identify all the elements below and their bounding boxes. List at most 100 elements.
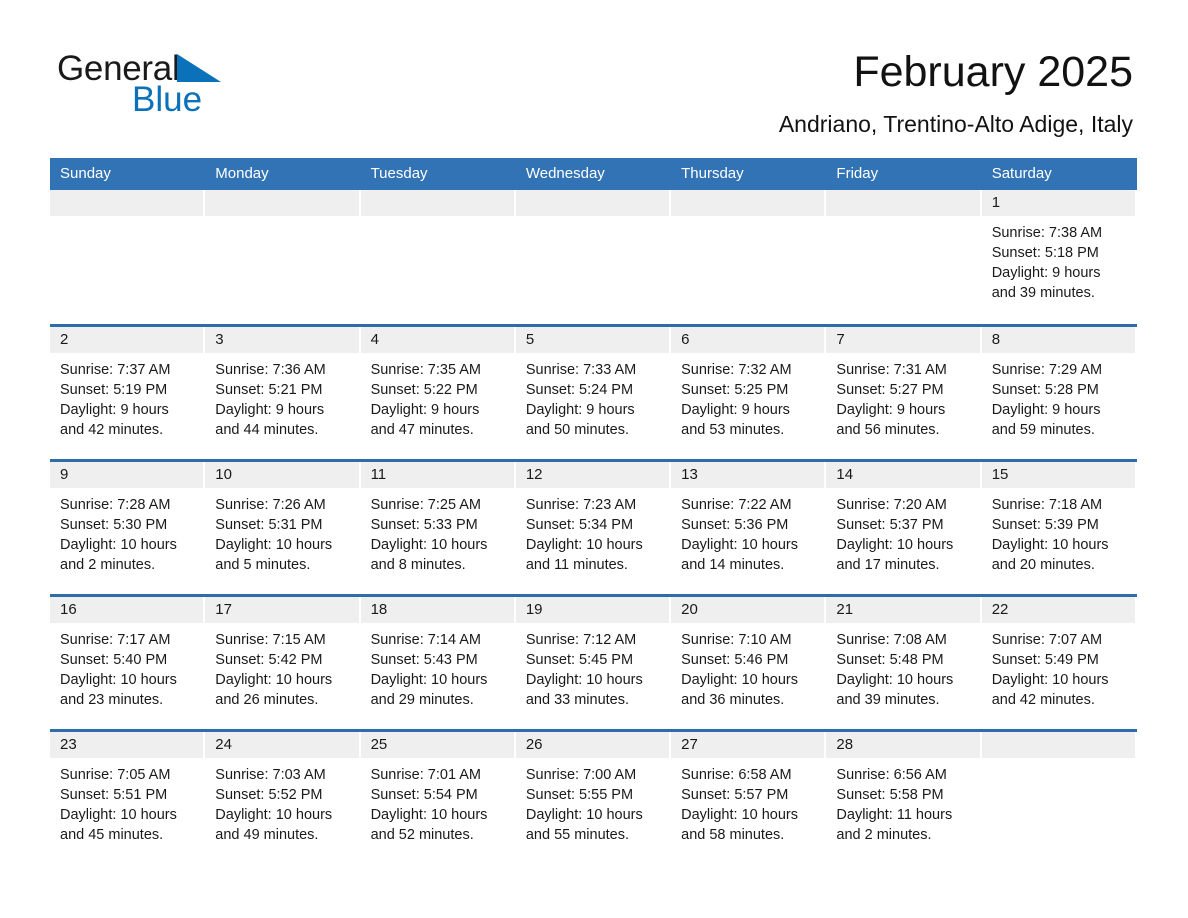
sunrise-text: Sunrise: 7:01 AM — [370, 766, 481, 783]
calendar-day-cell[interactable]: 19 Sunrise: 7:12 AM Sunset: 5:45 PM Dayligh… — [515, 593, 672, 730]
day-number: 14 — [826, 461, 980, 488]
daylight-text-line2: and 5 minutes. — [215, 556, 311, 573]
calendar-week-row: 1 Sunrise: 7:38 AM Sunset: 5:18 PM Daylight… — [50, 190, 1137, 325]
calendar-day-cell[interactable]: 1 Sunrise: 7:38 AM Sunset: 5:18 PM Daylight… — [981, 190, 1137, 325]
calendar-day-cell[interactable]: 21 Sunrise: 7:08 AM Sunset: 5:48 PM Dayligh… — [826, 593, 982, 730]
sunset-text: Sunset: 5:49 PM — [991, 651, 1099, 668]
calendar-day-cell[interactable]: 6 Sunrise: 7:32 AM Sunset: 5:25 PM Daylight… — [671, 323, 827, 460]
day-details: Sunrise: 7:28 AM Sunset: 5:30 PM Daylight:… — [50, 488, 205, 575]
daylight-text-line2: and 42 minutes. — [60, 421, 164, 438]
calendar-day-cell[interactable]: 3 Sunrise: 7:36 AM Sunset: 5:21 PM Daylight… — [205, 323, 361, 460]
calendar-day-cell[interactable]: 20 Sunrise: 7:10 AM Sunset: 5:46 PM Dayligh… — [671, 593, 827, 730]
day-number: 21 — [826, 596, 980, 623]
sunrise-text: Sunrise: 7:23 AM — [525, 496, 637, 513]
calendar-day-cell[interactable]: 12 Sunrise: 7:23 AM Sunset: 5:34 PM Dayligh… — [515, 458, 672, 595]
day-details: Sunrise: 7:07 AM Sunset: 5:49 PM Daylight:… — [982, 623, 1137, 710]
daylight-text-line1: Daylight: 10 hours — [215, 806, 333, 823]
weekday-header-thursday: Thursday — [671, 158, 827, 190]
sunset-text: Sunset: 5:22 PM — [370, 381, 478, 398]
day-details: Sunrise: 7:15 AM Sunset: 5:42 PM Daylight:… — [205, 623, 360, 710]
day-number: 24 — [205, 731, 359, 758]
daylight-text-line1: Daylight: 10 hours — [370, 671, 488, 688]
sunset-text: Sunset: 5:27 PM — [836, 381, 944, 398]
daylight-text-line1: Daylight: 10 hours — [991, 536, 1109, 553]
calendar-day-cell[interactable]: 14 Sunrise: 7:20 AM Sunset: 5:37 PM Dayligh… — [826, 458, 982, 595]
calendar-day-cell[interactable]: 28 Sunrise: 6:56 AM Sunset: 5:58 PM Dayligh… — [826, 728, 982, 865]
day-details: Sunrise: 7:08 AM Sunset: 5:48 PM Daylight:… — [826, 623, 981, 710]
daylight-text-line1: Daylight: 10 hours — [681, 536, 798, 553]
day-number: 18 — [360, 596, 514, 623]
calendar-day-cell[interactable]: 15 Sunrise: 7:18 AM Sunset: 5:39 PM Dayligh… — [981, 458, 1137, 595]
calendar-day-cell[interactable]: 13 Sunrise: 7:22 AM Sunset: 5:36 PM Dayligh… — [671, 458, 827, 595]
day-details: Sunrise: 7:22 AM Sunset: 5:36 PM Daylight:… — [671, 488, 826, 575]
calendar-day-cell[interactable]: 26 Sunrise: 7:00 AM Sunset: 5:55 PM Dayligh… — [515, 728, 672, 865]
calendar-week-row: 9 Sunrise: 7:28 AM Sunset: 5:30 PM Daylight… — [50, 458, 1137, 595]
calendar-day-cell[interactable]: 23 Sunrise: 7:05 AM Sunset: 5:51 PM Dayligh… — [50, 728, 206, 865]
daylight-text-line1: Daylight: 10 hours — [525, 671, 643, 688]
calendar-day-cell[interactable]: 24 Sunrise: 7:03 AM Sunset: 5:52 PM Dayligh… — [205, 728, 361, 865]
calendar-day-cell[interactable]: 2 Sunrise: 7:37 AM Sunset: 5:19 PM Daylight… — [50, 323, 206, 460]
sunset-text: Sunset: 5:28 PM — [991, 381, 1099, 398]
daylight-text-line1: Daylight: 10 hours — [991, 671, 1109, 688]
sunset-text: Sunset: 5:54 PM — [370, 786, 478, 803]
day-details: Sunrise: 7:12 AM Sunset: 5:45 PM Daylight:… — [516, 623, 671, 710]
calendar-cell-empty — [205, 190, 361, 325]
calendar-cell-empty — [826, 190, 982, 325]
day-number: 17 — [205, 596, 359, 623]
day-number: 15 — [981, 461, 1135, 488]
calendar-day-cell[interactable]: 22 Sunrise: 7:07 AM Sunset: 5:49 PM Dayligh… — [981, 593, 1137, 730]
sunrise-text: Sunrise: 7:32 AM — [681, 361, 792, 378]
calendar-day-cell[interactable]: 8 Sunrise: 7:29 AM Sunset: 5:28 PM Daylight… — [981, 323, 1137, 460]
sunset-text: Sunset: 5:34 PM — [525, 516, 634, 533]
day-details: Sunrise: 7:26 AM Sunset: 5:31 PM Daylight:… — [205, 488, 360, 575]
daylight-text-line2: and 8 minutes. — [370, 556, 466, 573]
calendar-day-cell[interactable]: 7 Sunrise: 7:31 AM Sunset: 5:27 PM Daylight… — [826, 323, 982, 460]
daylight-text-line1: Daylight: 10 hours — [370, 806, 488, 823]
day-details: Sunrise: 7:33 AM Sunset: 5:24 PM Daylight:… — [516, 353, 671, 440]
calendar-day-cell[interactable]: 18 Sunrise: 7:14 AM Sunset: 5:43 PM Dayligh… — [360, 593, 516, 730]
page-header: General Blue February 2025 Andriano, Tre… — [0, 0, 1188, 137]
calendar-day-cell[interactable]: 17 Sunrise: 7:15 AM Sunset: 5:42 PM Dayligh… — [205, 593, 361, 730]
sunset-text: Sunset: 5:42 PM — [215, 651, 323, 668]
day-number: 6 — [671, 326, 825, 353]
daylight-text-line1: Daylight: 9 hours — [60, 401, 169, 418]
calendar-day-cell[interactable]: 11 Sunrise: 7:25 AM Sunset: 5:33 PM Dayligh… — [360, 458, 516, 595]
calendar-day-cell[interactable]: 9 Sunrise: 7:28 AM Sunset: 5:30 PM Daylight… — [50, 458, 206, 595]
daylight-text-line1: Daylight: 11 hours — [836, 806, 953, 823]
calendar-week-row: 23 Sunrise: 7:05 AM Sunset: 5:51 PM Dayligh… — [50, 728, 1137, 865]
daylight-text-line2: and 14 minutes. — [681, 556, 785, 573]
day-number: 13 — [671, 461, 825, 488]
daylight-text-line1: Daylight: 9 hours — [836, 401, 946, 418]
sunset-text: Sunset: 5:25 PM — [681, 381, 789, 398]
generalblue-logo[interactable]: General Blue — [57, 50, 317, 122]
calendar-day-cell[interactable]: 16 Sunrise: 7:17 AM Sunset: 5:40 PM Dayligh… — [50, 593, 206, 730]
daylight-text-line2: and 49 minutes. — [215, 826, 319, 843]
day-details: Sunrise: 7:29 AM Sunset: 5:28 PM Daylight:… — [982, 353, 1137, 440]
calendar-day-cell[interactable]: 5 Sunrise: 7:33 AM Sunset: 5:24 PM Daylight… — [515, 323, 672, 460]
calendar-cell-empty — [981, 728, 1137, 865]
sunrise-text: Sunrise: 7:22 AM — [681, 496, 792, 513]
daylight-text-line2: and 56 minutes. — [836, 421, 940, 438]
calendar-day-cell[interactable]: 25 Sunrise: 7:01 AM Sunset: 5:54 PM Dayligh… — [360, 728, 516, 865]
day-details: Sunrise: 7:31 AM Sunset: 5:27 PM Daylight:… — [826, 353, 981, 440]
sunrise-text: Sunrise: 7:35 AM — [370, 361, 481, 378]
day-number — [826, 190, 980, 216]
daylight-text-line2: and 23 minutes. — [60, 691, 164, 708]
day-number: 10 — [205, 461, 359, 488]
calendar-day-cell[interactable]: 27 Sunrise: 6:58 AM Sunset: 5:57 PM Dayligh… — [671, 728, 827, 865]
day-details: Sunrise: 6:56 AM Sunset: 5:58 PM Daylight:… — [826, 758, 981, 845]
calendar-day-cell[interactable]: 10 Sunrise: 7:26 AM Sunset: 5:31 PM Dayligh… — [205, 458, 361, 595]
sunset-text: Sunset: 5:36 PM — [681, 516, 789, 533]
daylight-text-line2: and 50 minutes. — [525, 421, 630, 438]
sunset-text: Sunset: 5:19 PM — [60, 381, 168, 398]
weekday-header-saturday: Saturday — [981, 158, 1137, 190]
sunset-text: Sunset: 5:58 PM — [836, 786, 944, 803]
calendar-day-cell[interactable]: 4 Sunrise: 7:35 AM Sunset: 5:22 PM Daylight… — [360, 323, 516, 460]
day-number: 12 — [515, 461, 670, 488]
calendar-week-row: 2 Sunrise: 7:37 AM Sunset: 5:19 PM Daylight… — [50, 323, 1137, 460]
day-details: Sunrise: 7:10 AM Sunset: 5:46 PM Daylight:… — [671, 623, 826, 710]
day-details: Sunrise: 7:20 AM Sunset: 5:37 PM Daylight:… — [826, 488, 981, 575]
day-details: Sunrise: 7:18 AM Sunset: 5:39 PM Daylight:… — [982, 488, 1137, 575]
daylight-text-line1: Daylight: 10 hours — [836, 671, 954, 688]
calendar-cell-empty — [360, 190, 516, 325]
